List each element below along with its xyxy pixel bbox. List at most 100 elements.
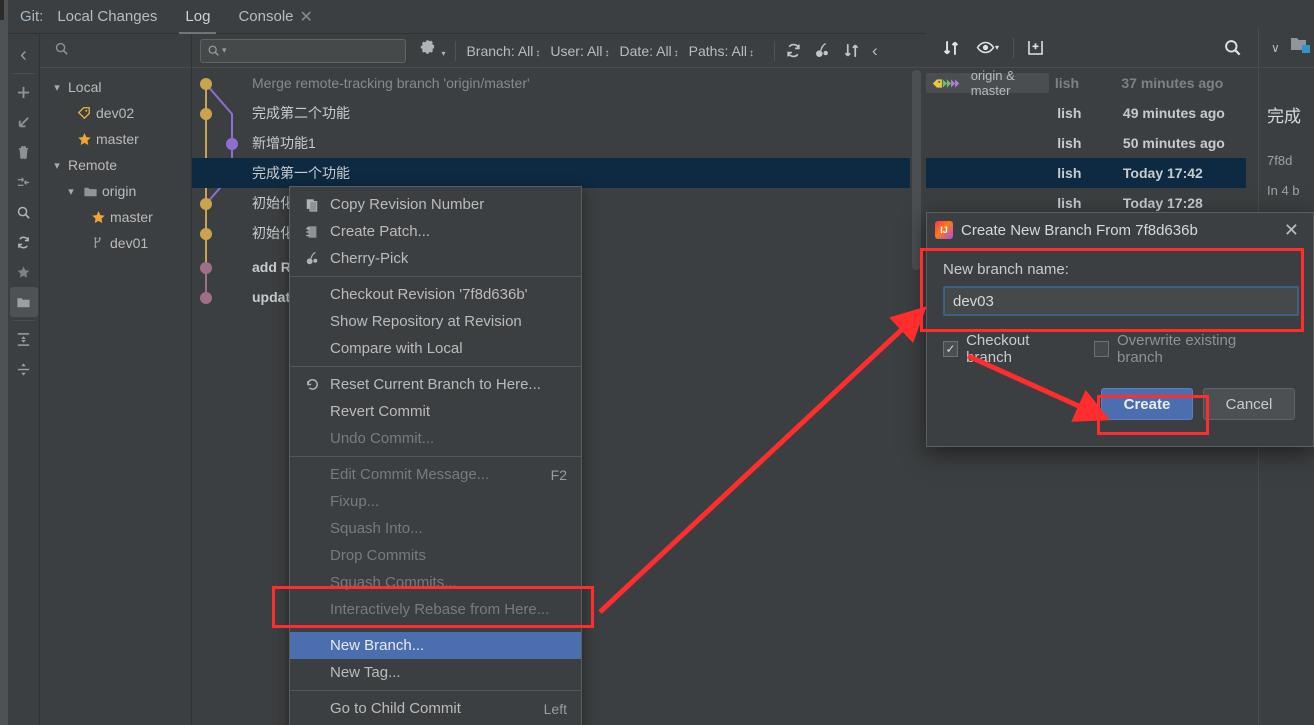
toolbar-divider — [455, 40, 457, 61]
menu-item-new-branch[interactable]: New Branch... — [290, 632, 581, 659]
tree-node-dev01-label: dev01 — [110, 235, 149, 251]
refresh-icon[interactable] — [785, 42, 802, 59]
paths-filter[interactable]: Paths: All ↕ — [689, 43, 754, 59]
user-filter[interactable]: User: All ↕ — [550, 43, 609, 59]
menu-item-show-repository-at-revision[interactable]: Show Repository at Revision — [290, 308, 581, 335]
commit-meta-row[interactable]: lish 49 minutes ago — [926, 98, 1246, 128]
menu-item-label: Reset Current Branch to Here... — [330, 376, 541, 393]
commit-meta-list[interactable]: origin & master lish 37 minutes ago lish… — [926, 68, 1246, 228]
commit-row[interactable]: Merge remote-tracking branch 'origin/mas… — [192, 68, 910, 98]
menu-item-label: New Tag... — [330, 664, 401, 681]
commit-row[interactable]: 完成第二个功能 — [192, 98, 910, 128]
overwrite-branch-checkbox[interactable] — [1093, 341, 1109, 357]
commit-meta-row-selected[interactable]: lish Today 17:42 — [926, 158, 1246, 188]
log-list-scrollbar[interactable] — [912, 70, 921, 270]
folder-icon — [80, 184, 100, 199]
menu-item-interactively-rebase: Interactively Rebase from Here... — [290, 596, 581, 623]
tag-icon — [74, 106, 94, 120]
sort-icon[interactable] — [843, 42, 860, 59]
collapse-all-icon[interactable] — [10, 354, 38, 384]
cherry-pick-icon — [300, 251, 324, 266]
menu-item-reset-current-branch[interactable]: Reset Current Branch to Here... — [290, 371, 581, 398]
gear-icon[interactable]: ▾ — [420, 40, 445, 61]
tab-log[interactable]: Log — [171, 0, 224, 34]
window-left-edge — [0, 0, 8, 725]
menu-item-new-tag[interactable]: New Tag... — [290, 659, 581, 686]
commit-context-menu[interactable]: Copy Revision Number Create Patch... Che… — [289, 186, 582, 725]
tab-console[interactable]: Console ✕ — [224, 0, 332, 34]
branch-filter[interactable]: Branch: All ↕ — [466, 43, 540, 59]
details-subject: 完成 — [1267, 107, 1301, 126]
menu-item-label: Go to Child Commit — [330, 700, 461, 717]
tree-node-remote[interactable]: ▾ Remote — [40, 152, 191, 178]
reset-icon — [300, 377, 324, 392]
tab-console-label: Console — [238, 8, 294, 25]
refresh-icon[interactable] — [10, 227, 38, 257]
chevron-down-icon[interactable]: ▾ — [48, 159, 66, 172]
tab-log-label: Log — [185, 8, 211, 25]
favorite-icon[interactable] — [10, 257, 38, 287]
folder-icon — [1290, 36, 1312, 59]
overwrite-branch-label: Overwrite existing branch — [1117, 332, 1237, 366]
menu-item-checkout-revision[interactable]: Checkout Revision '7f8d636b' — [290, 281, 581, 308]
ref-label[interactable]: origin & master — [926, 68, 1049, 98]
commit-meta-row[interactable]: lish 50 minutes ago — [926, 128, 1246, 158]
commit-subject: 完成第二个功能 — [252, 105, 350, 121]
add-icon[interactable] — [10, 77, 38, 107]
folder-icon[interactable] — [9, 287, 38, 317]
tree-node-local[interactable]: ▾ Local — [40, 74, 191, 100]
create-button[interactable]: Create — [1101, 388, 1193, 420]
cherry-pick-icon[interactable] — [814, 42, 831, 59]
commit-date: 37 minutes ago — [1121, 75, 1224, 91]
revert-icon[interactable] — [10, 107, 38, 137]
menu-item-go-to-child-commit[interactable]: Go to Child Commit Left — [290, 695, 581, 722]
chevron-down-icon[interactable]: ∨ — [1271, 41, 1280, 55]
menu-item-create-patch[interactable]: Create Patch... — [290, 218, 581, 245]
rail-divider — [12, 73, 35, 74]
checkout-branch-checkbox[interactable]: ✓ — [943, 341, 959, 357]
tree-node-origin-master[interactable]: master — [40, 204, 191, 230]
collapse-left-icon[interactable]: ‹ — [10, 40, 38, 70]
tree-node-origin[interactable]: ▾ origin — [40, 178, 191, 204]
branch-search-row[interactable] — [40, 34, 191, 68]
create-new-branch-dialog[interactable]: IJ Create New Branch From 7f8d636b ✕ New… — [926, 212, 1314, 447]
search-icon[interactable] — [10, 197, 38, 227]
menu-item-revert-commit[interactable]: Revert Commit — [290, 398, 581, 425]
menu-item-label: Undo Commit... — [330, 430, 435, 447]
menu-item-label: Drop Commits — [330, 547, 426, 564]
git-tool-window-tabs: Git: Local Changes Log Console ✕ — [8, 0, 926, 34]
expand-all-icon[interactable] — [10, 324, 38, 354]
close-icon[interactable]: ✕ — [1278, 220, 1305, 241]
chevron-down-icon[interactable]: ▾ — [48, 81, 66, 94]
commit-row[interactable]: 新增功能1 — [192, 128, 910, 158]
commit-meta-row[interactable]: origin & master lish 37 minutes ago — [926, 68, 1246, 98]
menu-item-squash-commits: Squash Commits... — [290, 569, 581, 596]
date-filter[interactable]: Date: All ↕ — [620, 43, 679, 59]
tree-node-dev01[interactable]: dev01 — [40, 230, 191, 256]
merge-icon[interactable] — [10, 167, 38, 197]
add-tab-icon[interactable] — [1026, 38, 1045, 57]
sort-commits-icon[interactable] — [942, 39, 960, 57]
star-icon — [74, 132, 94, 147]
collapse-icon[interactable]: ‹ — [872, 41, 878, 61]
show-hide-icon[interactable]: ▾ — [976, 38, 999, 57]
tab-local-changes[interactable]: Local Changes — [43, 0, 171, 34]
menu-item-compare-with-local[interactable]: Compare with Local — [290, 335, 581, 362]
close-icon[interactable]: ✕ — [294, 7, 319, 27]
commit-row-selected[interactable]: 完成第一个功能 — [192, 158, 910, 188]
log-search-input[interactable]: ▾ — [200, 38, 406, 63]
search-icon[interactable] — [1223, 38, 1242, 57]
delete-icon[interactable] — [10, 137, 38, 167]
menu-item-cherry-pick[interactable]: Cherry-Pick — [290, 245, 581, 272]
cancel-button[interactable]: Cancel — [1203, 388, 1295, 420]
dialog-buttons: Create Cancel — [943, 388, 1297, 420]
tree-node-local-master[interactable]: master — [40, 126, 191, 152]
window-corner — [0, 0, 4, 20]
chevron-down-icon[interactable]: ▾ — [62, 185, 80, 198]
menu-item-copy-revision-number[interactable]: Copy Revision Number — [290, 191, 581, 218]
details-header: ∨ — [1259, 28, 1314, 68]
branch-name-input[interactable]: dev03 — [943, 286, 1299, 316]
tree-node-dev02[interactable]: dev02 — [40, 100, 191, 126]
chevron-updown-icon: ↕ — [749, 47, 755, 59]
menu-item-drop-commits: Drop Commits — [290, 542, 581, 569]
